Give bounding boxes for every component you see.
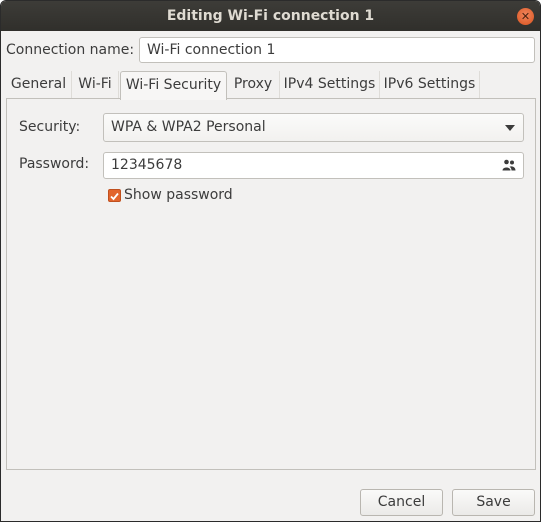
cancel-button[interactable]: Cancel: [360, 489, 443, 516]
chevron-down-icon: [505, 125, 515, 131]
users-icon[interactable]: [502, 159, 516, 171]
security-label: Security:: [19, 119, 81, 135]
password-value: 12345678: [111, 157, 183, 173]
close-button[interactable]: ✕: [517, 8, 534, 25]
close-icon: ✕: [520, 10, 531, 23]
save-button[interactable]: Save: [452, 489, 535, 516]
tab-wifi-security[interactable]: Wi-Fi Security: [120, 71, 227, 100]
window-title: Editing Wi-Fi connection 1: [166, 8, 375, 24]
security-dropdown[interactable]: WPA & WPA2 Personal: [103, 113, 524, 142]
tab-wifi[interactable]: Wi-Fi: [72, 71, 119, 99]
tab-general[interactable]: General: [6, 71, 72, 99]
tab-proxy[interactable]: Proxy: [227, 71, 280, 99]
wifi-security-panel: Security: WPA & WPA2 Personal Password: …: [6, 98, 536, 470]
connection-name-input[interactable]: Wi-Fi connection 1: [139, 37, 535, 63]
tab-ipv6-settings[interactable]: IPv6 Settings: [380, 71, 480, 99]
title-bar[interactable]: Editing Wi-Fi connection 1 ✕: [1, 1, 540, 31]
security-selected-value: WPA & WPA2 Personal: [111, 119, 266, 135]
connection-name-row: Connection name: Wi-Fi connection 1: [6, 37, 536, 64]
password-label: Password:: [19, 156, 90, 172]
connection-name-label: Connection name:: [6, 42, 135, 58]
tab-ipv4-settings[interactable]: IPv4 Settings: [280, 71, 380, 99]
tab-bar: General Wi-Fi Wi-Fi Security Proxy IPv4 …: [6, 71, 536, 100]
check-icon: [110, 192, 119, 201]
password-input[interactable]: 12345678: [103, 152, 524, 179]
dialog-window: Editing Wi-Fi connection 1 ✕ Connection …: [0, 0, 541, 522]
show-password-label[interactable]: Show password: [124, 187, 233, 203]
show-password-checkbox[interactable]: [108, 189, 121, 202]
